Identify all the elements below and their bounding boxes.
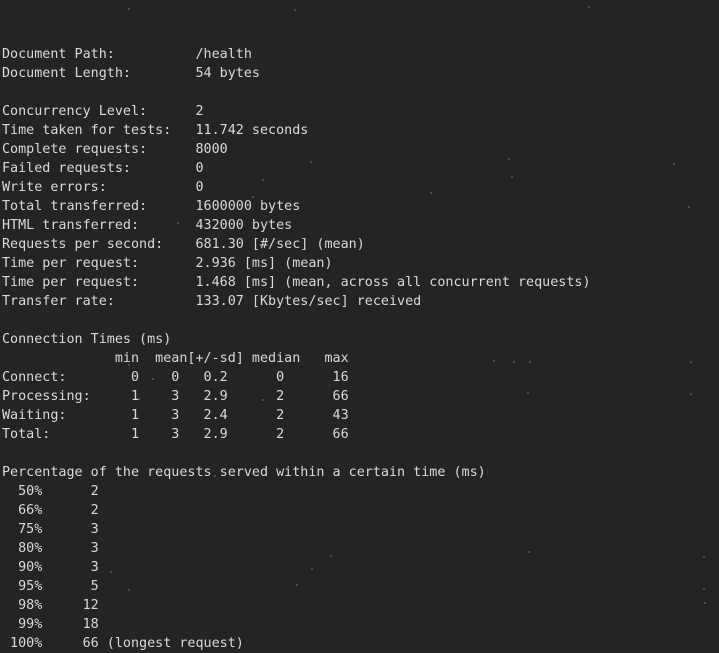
terminal-line: Connect: 0 0 0.2 0 16 bbox=[2, 370, 349, 385]
terminal-line: 95% 5 bbox=[2, 579, 99, 594]
terminal-line: Transfer rate: 133.07 [Kbytes/sec] recei… bbox=[2, 294, 422, 309]
terminal-line: Write errors: 0 bbox=[2, 180, 204, 195]
terminal-line: 98% 12 bbox=[2, 598, 99, 613]
terminal-line: Time per request: 1.468 [ms] (mean, acro… bbox=[2, 275, 591, 290]
terminal-line: Connection Times (ms) bbox=[2, 332, 172, 347]
terminal-line: 66% 2 bbox=[2, 503, 99, 518]
terminal-line: Concurrency Level: 2 bbox=[2, 104, 204, 119]
terminal-line: 90% 3 bbox=[2, 560, 99, 575]
terminal-line: Document Length: 54 bytes bbox=[2, 66, 260, 81]
terminal-line: 75% 3 bbox=[2, 522, 99, 537]
terminal-line: Total transferred: 1600000 bytes bbox=[2, 199, 301, 214]
terminal-line: min mean[+/-sd] median max bbox=[2, 351, 349, 366]
terminal-line: Processing: 1 3 2.9 2 66 bbox=[2, 389, 349, 404]
terminal-line: Failed requests: 0 bbox=[2, 161, 204, 176]
terminal-line: 80% 3 bbox=[2, 541, 99, 556]
terminal-line: 50% 2 bbox=[2, 484, 99, 499]
terminal-line: 100% 66 (longest request) bbox=[2, 636, 244, 651]
terminal-line: Requests per second: 681.30 [#/sec] (mea… bbox=[2, 237, 365, 252]
terminal-line: Document Path: /health bbox=[2, 47, 252, 62]
terminal-line: Total: 1 3 2.9 2 66 bbox=[2, 427, 349, 442]
terminal-line: Time per request: 2.936 [ms] (mean) bbox=[2, 256, 333, 271]
terminal-line: HTML transferred: 432000 bytes bbox=[2, 218, 293, 233]
terminal-line: Complete requests: 8000 bbox=[2, 142, 228, 157]
terminal-line: Waiting: 1 3 2.4 2 43 bbox=[2, 408, 349, 423]
terminal-output[interactable]: Document Path: /health Document Length: 5… bbox=[0, 0, 719, 651]
terminal-line: Time taken for tests: 11.742 seconds bbox=[2, 123, 309, 138]
terminal-line: Percentage of the requests served within… bbox=[2, 465, 486, 480]
